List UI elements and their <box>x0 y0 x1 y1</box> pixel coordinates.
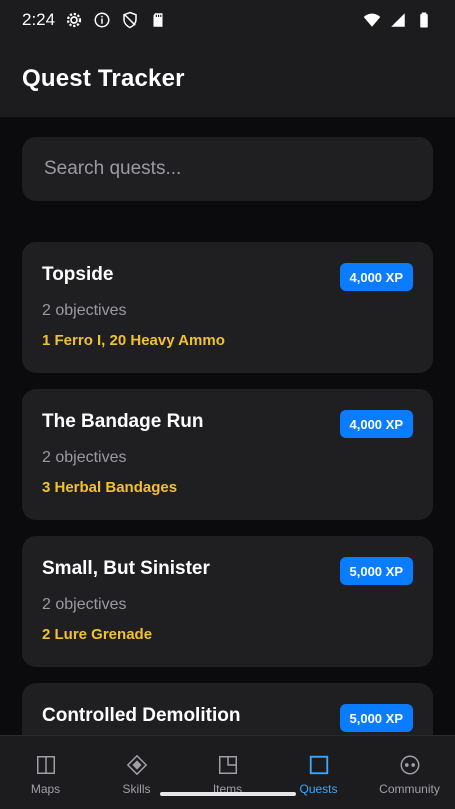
quest-card-the-bandage-run[interactable]: The Bandage Run 4,000 XP 2 objectives 3 … <box>22 389 433 520</box>
quest-objectives: 2 objectives <box>42 449 127 466</box>
app-bar: Quest Tracker <box>0 40 455 117</box>
quest-list: Topside 4,000 XP 2 objectives 1 Ferro I,… <box>22 242 433 735</box>
community-icon <box>400 755 419 775</box>
xp-badge: 5,000 XP <box>339 557 413 585</box>
nav-item-community[interactable]: Community <box>364 736 455 809</box>
home-indicator[interactable] <box>160 792 296 796</box>
nav-item-maps[interactable]: Maps <box>0 736 91 809</box>
quest-reward: 2 Lure Grenade <box>42 626 153 643</box>
nav-item-items[interactable]: Items <box>182 736 273 809</box>
status-bar: 2:24 <box>0 0 455 40</box>
items-icon <box>218 756 237 774</box>
quest-card-topside[interactable]: Topside 4,000 XP 2 objectives 1 Ferro I,… <box>22 242 433 373</box>
page-title: Quest Tracker <box>22 64 185 92</box>
quest-reward: 3 Herbal Bandages <box>42 479 178 496</box>
bottom-nav: Maps Skills Items Quests Community <box>0 735 455 809</box>
map-icon <box>36 756 55 774</box>
quest-card-controlled-demolition[interactable]: Controlled Demolition 5,000 XP <box>22 683 433 735</box>
quest-card-small-but-sinister[interactable]: Small, But Sinister 5,000 XP 2 objective… <box>22 536 433 667</box>
quest-objectives: 2 objectives <box>42 302 127 319</box>
settings-gear-icon <box>66 12 82 28</box>
info-icon <box>94 12 110 28</box>
main-content[interactable]: Topside 4,000 XP 2 objectives 1 Ferro I,… <box>0 117 455 735</box>
skills-icon <box>126 754 147 776</box>
quests-icon <box>309 755 328 775</box>
xp-badge: 4,000 XP <box>339 263 413 291</box>
wifi-icon <box>363 13 381 27</box>
sd-card-icon <box>153 13 163 27</box>
xp-badge: 4,000 XP <box>339 410 413 438</box>
status-time: 2:24 <box>22 10 56 29</box>
search-box[interactable] <box>22 137 433 201</box>
nav-label: Quests <box>299 782 338 796</box>
nav-item-quests[interactable]: Quests <box>273 736 364 809</box>
nav-label: Skills <box>122 782 151 796</box>
search-input[interactable] <box>42 157 433 181</box>
shield-icon <box>123 11 137 29</box>
battery-icon <box>420 12 428 28</box>
xp-badge: 5,000 XP <box>339 704 413 732</box>
quest-reward: 1 Ferro I, 20 Heavy Ammo <box>42 332 225 349</box>
nav-label: Community <box>379 782 440 796</box>
nav-label: Maps <box>30 782 61 796</box>
quest-objectives: 2 objectives <box>42 596 127 613</box>
cellular-signal-icon <box>391 13 405 27</box>
status-left: 2:24 <box>22 10 167 30</box>
nav-item-skills[interactable]: Skills <box>91 736 182 809</box>
status-right <box>363 11 433 29</box>
